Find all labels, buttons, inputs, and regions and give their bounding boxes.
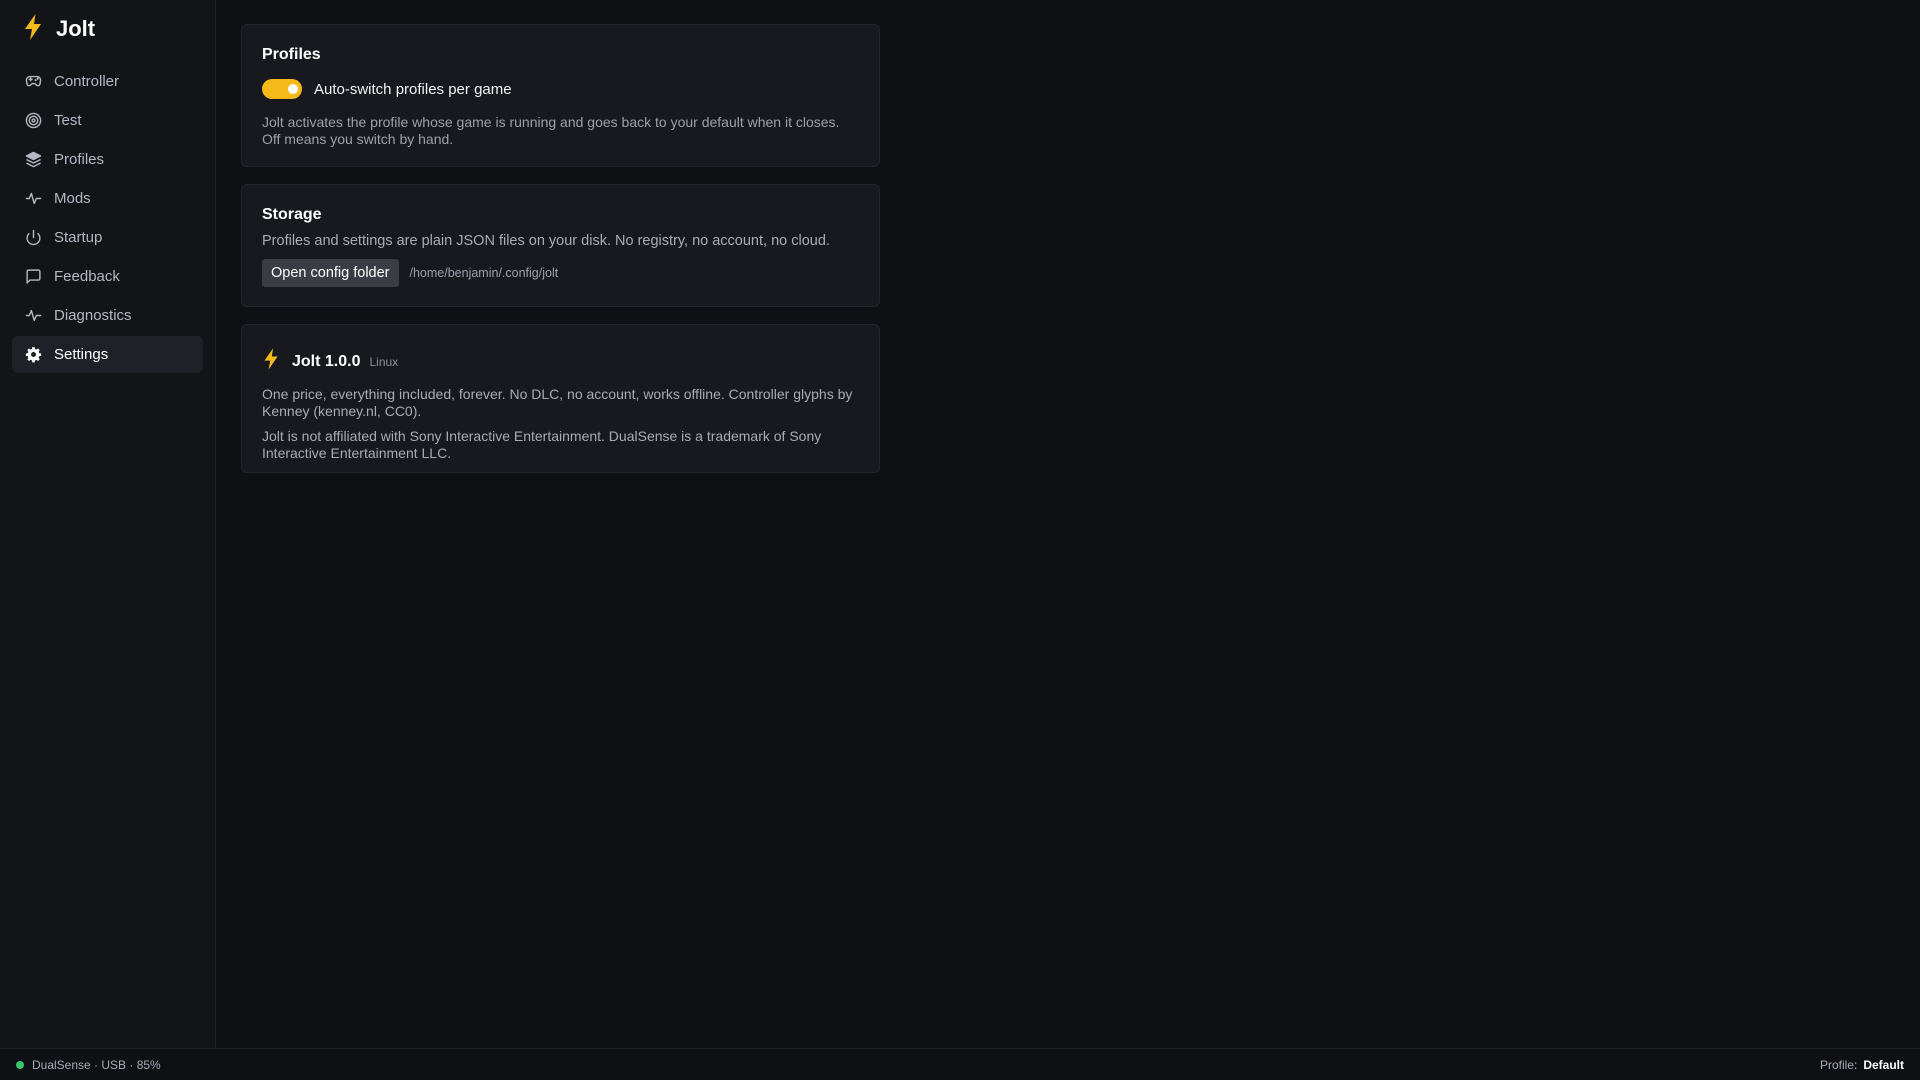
- sidebar-item-startup[interactable]: Startup: [12, 219, 203, 256]
- profiles-card-title: Profiles: [262, 46, 321, 63]
- sidebar-item-label: Test: [54, 112, 82, 129]
- sidebar-item-feedback[interactable]: Feedback: [12, 258, 203, 295]
- status-bar: DualSense · USB · 85% Profile: Default: [0, 1048, 1920, 1080]
- device-status: DualSense · USB · 85%: [16, 1058, 161, 1072]
- platform-label: Linux: [369, 354, 399, 369]
- sidebar-item-mods[interactable]: Mods: [12, 180, 203, 217]
- config-path: /home/benjamin/.config/jolt: [409, 266, 559, 280]
- activity-icon: [25, 190, 42, 207]
- power-icon: [25, 229, 42, 246]
- about-card: Jolt 1.0.0 Linux One price, everything i…: [241, 324, 880, 473]
- sidebar-item-profiles[interactable]: Profiles: [12, 141, 203, 178]
- about-header: Jolt 1.0.0 Linux: [262, 347, 859, 376]
- auto-switch-toggle[interactable]: [262, 79, 302, 99]
- auto-switch-label: Auto-switch profiles per game: [314, 80, 512, 98]
- sidebar: Jolt Controller Test Profiles Mods Start…: [0, 0, 216, 1048]
- auto-switch-row: Auto-switch profiles per game: [262, 79, 859, 99]
- open-config-folder-button[interactable]: Open config folder: [262, 259, 399, 287]
- storage-actions: Open config folder /home/benjamin/.confi…: [262, 259, 859, 287]
- profile-name: Default: [1863, 1057, 1904, 1072]
- layers-icon: [25, 151, 42, 168]
- bolt-icon: [22, 13, 44, 46]
- bolt-icon: [262, 347, 280, 376]
- sidebar-item-controller[interactable]: Controller: [12, 63, 203, 100]
- sidebar-item-label: Profiles: [54, 151, 105, 168]
- about-pricing-text: One price, everything included, forever.…: [262, 386, 853, 419]
- sidebar-nav: Controller Test Profiles Mods Startup Fe…: [0, 63, 215, 373]
- storage-description: Profiles and settings are plain JSON fil…: [262, 233, 830, 249]
- sidebar-item-label: Mods: [54, 190, 91, 207]
- sidebar-item-label: Startup: [54, 229, 103, 246]
- gear-icon: [25, 346, 42, 363]
- sidebar-item-label: Controller: [54, 73, 120, 90]
- sidebar-item-label: Feedback: [54, 268, 120, 285]
- brand: Jolt: [0, 0, 215, 58]
- app-name: Jolt: [56, 16, 96, 41]
- sidebar-item-diagnostics[interactable]: Diagnostics: [12, 297, 203, 334]
- sidebar-item-label: Diagnostics: [54, 307, 132, 324]
- sidebar-item-settings[interactable]: Settings: [12, 336, 203, 373]
- profiles-description: Jolt activates the profile whose game is…: [262, 114, 840, 147]
- message-square-icon: [25, 268, 42, 285]
- gamepad-icon: [25, 73, 42, 90]
- about-legal-text: Jolt is not affiliated with Sony Interac…: [262, 428, 822, 461]
- storage-card: Storage Profiles and settings are plain …: [241, 184, 880, 307]
- connection-status-dot: [16, 1060, 24, 1069]
- active-profile: Profile: Default: [1820, 1058, 1904, 1072]
- sidebar-item-label: Settings: [54, 346, 109, 363]
- app-version: Jolt 1.0.0: [292, 352, 361, 370]
- target-icon: [25, 112, 42, 129]
- activity-icon: [25, 307, 42, 324]
- device-info: DualSense · USB · 85%: [32, 1057, 161, 1072]
- profile-label: Profile:: [1819, 1057, 1858, 1072]
- settings-content: Profiles Auto-switch profiles per game J…: [241, 24, 880, 490]
- toggle-knob: [288, 84, 298, 94]
- profiles-card: Profiles Auto-switch profiles per game J…: [241, 24, 880, 167]
- sidebar-item-test[interactable]: Test: [12, 102, 203, 139]
- storage-card-title: Storage: [262, 206, 322, 223]
